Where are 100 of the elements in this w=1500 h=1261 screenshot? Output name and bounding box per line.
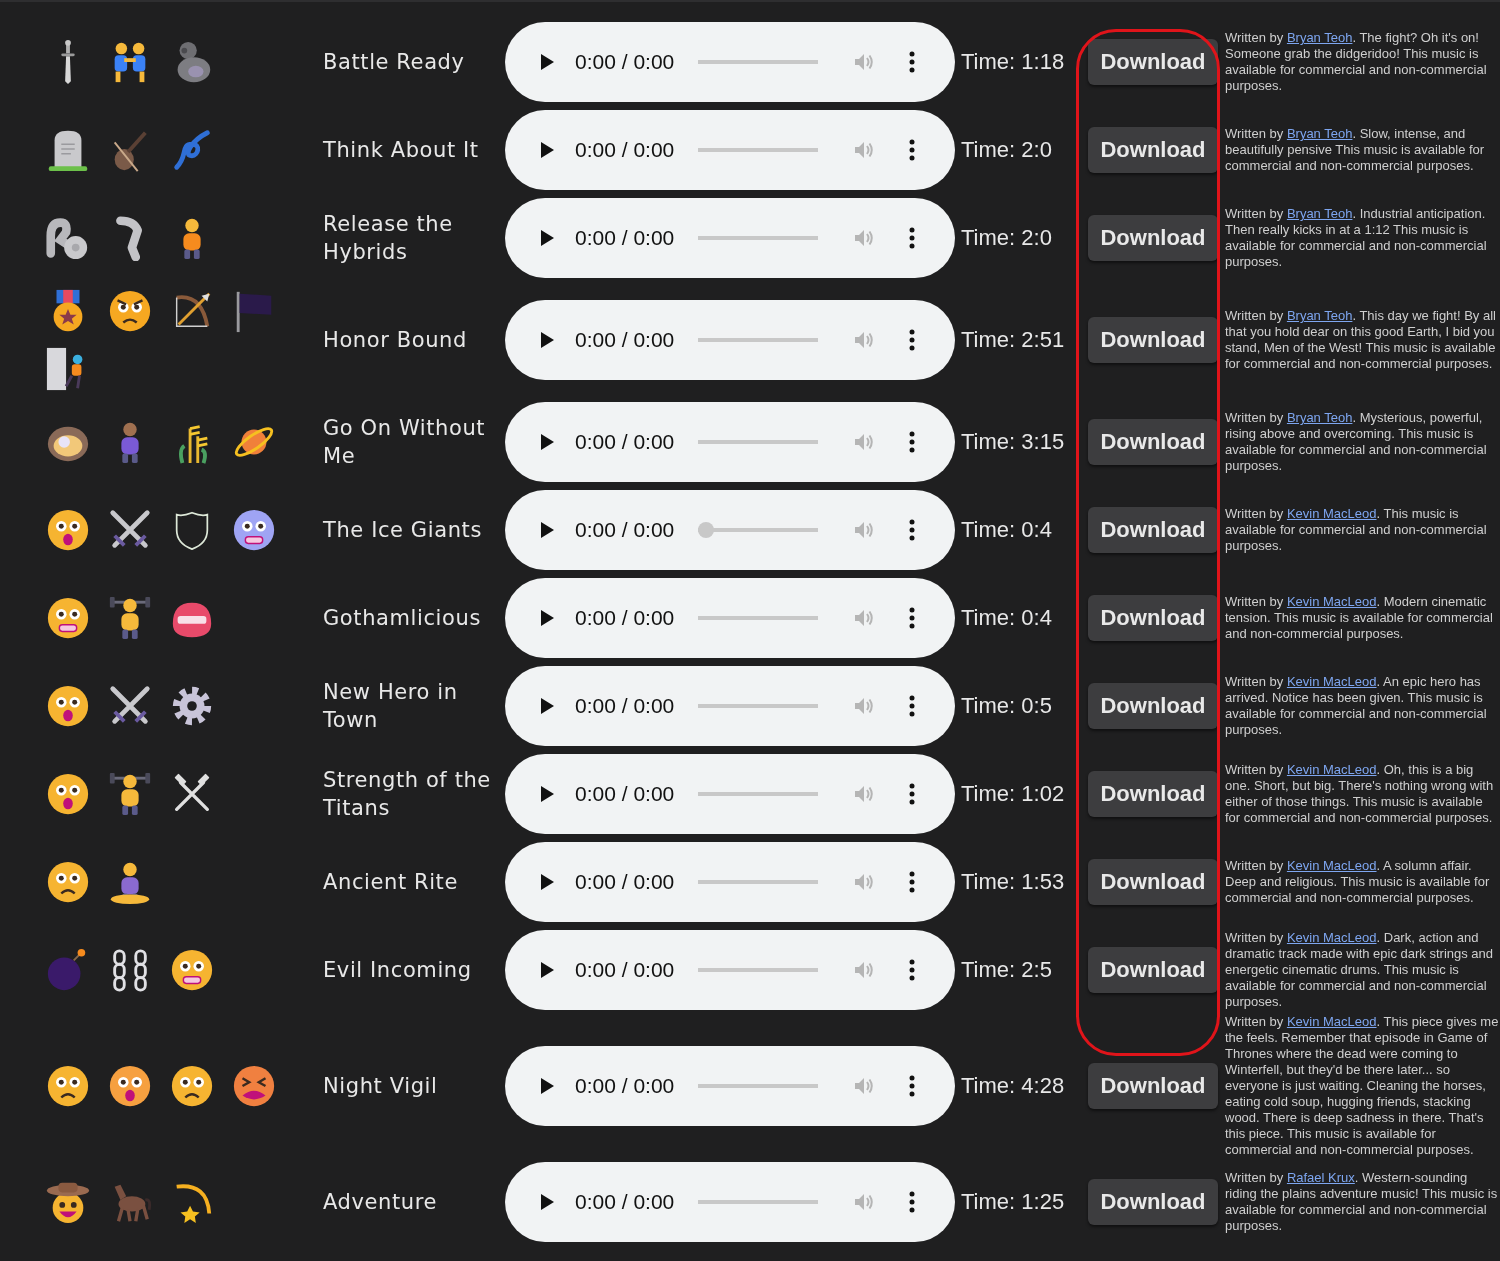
- playback-time: 0:00 / 0:00: [575, 606, 675, 630]
- download-button[interactable]: Download: [1088, 127, 1218, 173]
- audio-player[interactable]: 0:00 / 0:00: [505, 300, 955, 380]
- audio-player[interactable]: 0:00 / 0:00: [505, 1046, 955, 1126]
- track-duration: Time: 0:4: [960, 605, 1053, 631]
- audio-player[interactable]: 0:00 / 0:00: [505, 930, 955, 1010]
- more-icon: [909, 1191, 916, 1213]
- track-duration: Time: 2:51: [960, 327, 1066, 353]
- track-title: Battle Ready: [323, 49, 466, 76]
- more-icon: [909, 519, 916, 541]
- playback-time: 0:00 / 0:00: [575, 782, 675, 806]
- playback-time: 0:00 / 0:00: [575, 430, 675, 454]
- audio-player[interactable]: 0:00 / 0:00: [505, 110, 955, 190]
- author-link[interactable]: Kevin MacLeod: [1286, 594, 1377, 609]
- track-description: Written by Bryan Teoh. Mysterious, powerful, rising above and overcoming. This music is available for commercial and non-commercial purposes.: [1224, 410, 1488, 474]
- download-button[interactable]: Download: [1088, 1179, 1218, 1225]
- more-icon: [909, 139, 916, 161]
- track-title: Think About It: [323, 137, 480, 164]
- more-icon: [909, 959, 916, 981]
- audio-player[interactable]: 0:00 / 0:00: [505, 1162, 955, 1242]
- playback-time: 0:00 / 0:00: [575, 694, 675, 718]
- audio-player[interactable]: 0:00 / 0:00: [505, 22, 955, 102]
- download-button[interactable]: Download: [1088, 947, 1218, 993]
- more-icon: [909, 1075, 916, 1097]
- track-duration: Time: 1:18: [960, 49, 1066, 75]
- audio-player[interactable]: 0:00 / 0:00: [505, 402, 955, 482]
- play-icon: [539, 697, 555, 715]
- more-icon: [909, 695, 916, 717]
- download-button[interactable]: Download: [1088, 507, 1218, 553]
- track-description: Written by Kevin MacLeod. Modern cinematic tension. This music is available for commercial and non-commercial purposes.: [1224, 594, 1494, 642]
- play-icon: [539, 609, 555, 627]
- author-link[interactable]: Kevin MacLeod: [1286, 1014, 1377, 1029]
- track-title: Adventure: [323, 1189, 439, 1216]
- face-icon: [45, 859, 91, 905]
- more-icon: [909, 607, 916, 629]
- face-icon: [45, 1063, 91, 1109]
- author-link[interactable]: Kevin MacLeod: [1286, 506, 1377, 521]
- audio-player[interactable]: 0:00 / 0:00: [505, 578, 955, 658]
- download-button[interactable]: Download: [1088, 39, 1218, 85]
- play-icon: [539, 521, 555, 539]
- play-icon: [539, 785, 555, 803]
- track-title: Evil Incoming: [323, 957, 473, 984]
- audio-player[interactable]: 0:00 / 0:00: [505, 490, 955, 570]
- track-description: Written by Kevin MacLeod. An epic hero has arrived. Notice has been given. This music is available for commercial and non-commercial purposes.: [1224, 674, 1488, 738]
- more-icon: [909, 431, 916, 453]
- track-duration: Time: 4:28: [960, 1073, 1066, 1099]
- more-icon: [909, 227, 916, 249]
- face-icon: [45, 507, 91, 553]
- track-description: Written by Bryan Teoh. Industrial anticipation. Then really kicks in at a 1:12 This music is available for commercial and non-commercial purposes.: [1224, 206, 1488, 270]
- playback-time: 0:00 / 0:00: [575, 1190, 675, 1214]
- author-link[interactable]: Kevin MacLeod: [1286, 762, 1377, 777]
- track-description: Written by Rafael Krux. Western-sounding riding the plains adventure music! This music is available for commercial and non-commercial purposes.: [1224, 1170, 1499, 1234]
- track-duration: Time: 1:02: [960, 781, 1066, 807]
- track-title: Ancient Rite: [323, 869, 459, 896]
- audio-player[interactable]: 0:00 / 0:00: [505, 754, 955, 834]
- track-title: Gothamlicious: [323, 605, 482, 632]
- audio-player[interactable]: 0:00 / 0:00: [505, 666, 955, 746]
- face-icon: [45, 683, 91, 729]
- track-duration: Time: 1:25: [960, 1189, 1066, 1215]
- playback-time: 0:00 / 0:00: [575, 958, 675, 982]
- track-description: Written by Bryan Teoh. Slow, intense, and beautifully pensive This music is available for commercial and non-commercial purposes.: [1224, 126, 1486, 174]
- track-title: Go On Without Me: [323, 415, 487, 470]
- download-button[interactable]: Download: [1088, 771, 1218, 817]
- download-button[interactable]: Download: [1088, 859, 1218, 905]
- author-link[interactable]: Rafael Krux: [1286, 1170, 1355, 1185]
- playback-time: 0:00 / 0:00: [575, 870, 675, 894]
- play-icon: [539, 331, 555, 349]
- track-title: Strength of the Titans: [323, 767, 492, 822]
- author-link[interactable]: Kevin MacLeod: [1286, 674, 1377, 689]
- playback-time: 0:00 / 0:00: [575, 50, 675, 74]
- track-title: Release the Hybrids: [323, 211, 454, 266]
- play-icon: [539, 141, 555, 159]
- download-button[interactable]: Download: [1088, 683, 1218, 729]
- author-link[interactable]: Kevin MacLeod: [1286, 858, 1377, 873]
- download-button[interactable]: Download: [1088, 419, 1218, 465]
- author-link[interactable]: Kevin MacLeod: [1286, 930, 1377, 945]
- track-title: Night Vigil: [323, 1073, 439, 1100]
- play-icon: [539, 961, 555, 979]
- audio-player[interactable]: 0:00 / 0:00: [505, 842, 955, 922]
- play-icon: [539, 1077, 555, 1095]
- face-icon: [231, 1063, 277, 1109]
- play-icon: [539, 229, 555, 247]
- track-title: The Ice Giants: [323, 517, 483, 544]
- track-description: Written by Kevin MacLeod. This music is available for commercial and non-commercial purposes.: [1224, 506, 1488, 554]
- more-icon: [909, 871, 916, 893]
- track-duration: Time: 3:15: [960, 429, 1066, 455]
- download-button[interactable]: Download: [1088, 317, 1218, 363]
- track-description: Written by Kevin MacLeod. This piece gives me the feels. Remember that episode in Game of Thrones where the dead were coming to Winterfell, but they'd be there later... so everyone is just waiting. Cleaning the horses, eating cold soup, hugging friends, stacking wood. There is deep sadness in there. That's this piece. This music is available for commercial and non-commercial purposes.: [1224, 1014, 1500, 1158]
- person-icon: [107, 595, 153, 641]
- download-button[interactable]: Download: [1088, 215, 1218, 261]
- download-button[interactable]: Download: [1088, 1063, 1218, 1109]
- audio-player[interactable]: 0:00 / 0:00: [505, 198, 955, 278]
- face-icon: [45, 595, 91, 641]
- download-button[interactable]: Download: [1088, 595, 1218, 641]
- face-icon: [169, 1063, 215, 1109]
- track-duration: Time: 0:5: [960, 693, 1053, 719]
- track-description: Written by Kevin MacLeod. Dark, action and dramatic track made with epic dark strings and energetic cinematic drums. This music is available for commercial and non-commercial purposes.: [1224, 930, 1495, 1010]
- track-description: Written by Kevin MacLeod. A solumn affair. Deep and religious. This music is available for commercial and non-commercial purposes.: [1224, 858, 1491, 906]
- more-icon: [909, 329, 916, 351]
- track-title: New Hero in Town: [323, 679, 459, 734]
